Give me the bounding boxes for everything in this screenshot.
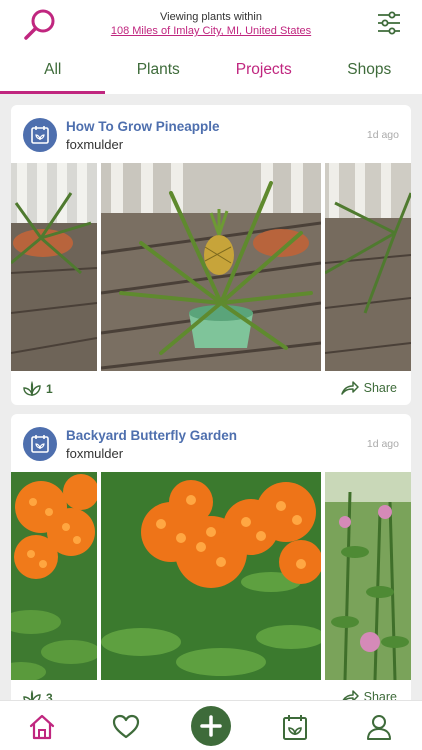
- share-icon: [340, 381, 359, 395]
- post-photo[interactable]: [325, 163, 411, 371]
- share-button[interactable]: Share: [340, 381, 397, 395]
- share-label: Share: [363, 381, 397, 395]
- bottom-nav: [0, 700, 422, 750]
- project-badge: [23, 427, 57, 461]
- add-icon: [200, 715, 222, 737]
- plant-like-icon: [23, 381, 41, 397]
- post-username[interactable]: foxmulder: [66, 446, 123, 461]
- post-photo[interactable]: [11, 472, 97, 680]
- heart-icon: [112, 714, 140, 739]
- project-icon: [31, 435, 49, 453]
- post-photo[interactable]: [101, 163, 321, 371]
- photo-carousel[interactable]: [11, 472, 411, 680]
- filter-button[interactable]: [376, 10, 402, 36]
- tab-shops[interactable]: Shops: [317, 50, 422, 94]
- like-button[interactable]: 3: [23, 690, 53, 700]
- post-photo[interactable]: [325, 472, 411, 680]
- post-photo[interactable]: [101, 472, 321, 680]
- home-icon: [29, 714, 55, 740]
- post-username[interactable]: foxmulder: [66, 137, 123, 152]
- nav-projects[interactable]: [281, 713, 309, 741]
- search-icon: [24, 9, 55, 40]
- post-card[interactable]: Backyard Butterfly Garden foxmulder 1d a…: [11, 414, 411, 700]
- nav-profile[interactable]: [365, 713, 393, 741]
- add-button[interactable]: [191, 706, 231, 746]
- post-footer: 1 Share: [11, 371, 411, 405]
- post-header: Backyard Butterfly Garden foxmulder 1d a…: [11, 414, 411, 472]
- share-label: Share: [363, 690, 397, 700]
- post-header: How To Grow Pineapple foxmulder 1d ago: [11, 105, 411, 163]
- post-footer: 3 Share: [11, 680, 411, 700]
- tab-bar: All Plants Projects Shops: [0, 50, 422, 94]
- profile-icon: [367, 715, 391, 740]
- sliders-icon: [378, 11, 400, 35]
- tab-all[interactable]: All: [0, 50, 106, 94]
- projects-icon: [283, 715, 307, 740]
- location-link[interactable]: 108 Miles of Imlay City, MI, United Stat…: [80, 24, 342, 38]
- like-button[interactable]: 1: [23, 381, 53, 397]
- tab-plants[interactable]: Plants: [106, 50, 212, 94]
- post-title[interactable]: Backyard Butterfly Garden: [66, 428, 237, 443]
- project-icon: [31, 126, 49, 144]
- photo-carousel[interactable]: [11, 163, 411, 371]
- share-button[interactable]: Share: [341, 690, 397, 700]
- share-icon: [342, 690, 359, 700]
- search-button[interactable]: [22, 6, 60, 44]
- location-info: Viewing plants within 108 Miles of Imlay…: [80, 10, 342, 38]
- top-header: Viewing plants within 108 Miles of Imlay…: [0, 0, 422, 50]
- nav-home[interactable]: [28, 713, 56, 741]
- tab-projects[interactable]: Projects: [211, 50, 317, 94]
- location-prefix: Viewing plants within: [160, 11, 262, 23]
- post-timestamp: 1d ago: [366, 129, 399, 141]
- nav-favorites[interactable]: [112, 713, 140, 741]
- plant-like-icon: [23, 690, 41, 700]
- like-count: 1: [46, 382, 53, 396]
- like-count: 3: [46, 691, 53, 700]
- post-card[interactable]: How To Grow Pineapple foxmulder 1d ago 1…: [11, 105, 411, 405]
- project-badge: [23, 118, 57, 152]
- post-title[interactable]: How To Grow Pineapple: [66, 119, 220, 134]
- feed[interactable]: How To Grow Pineapple foxmulder 1d ago 1…: [0, 94, 422, 700]
- post-timestamp: 1d ago: [366, 438, 399, 450]
- post-photo[interactable]: [11, 163, 97, 371]
